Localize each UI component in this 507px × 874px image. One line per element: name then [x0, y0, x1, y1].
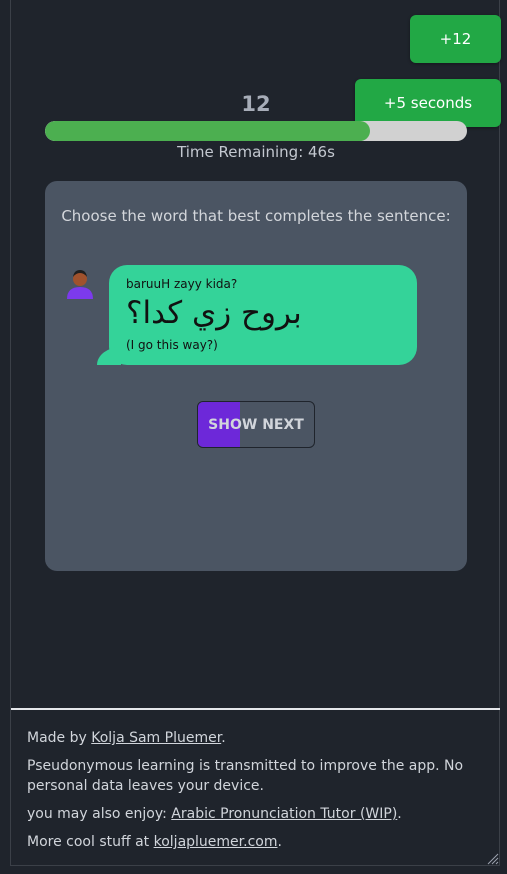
credit-period: .: [221, 730, 226, 746]
more-prefix: More cool stuff at: [27, 834, 154, 850]
resize-handle-icon[interactable]: [487, 853, 499, 865]
message-bubble: baruuH zayy kida? بروح زي كدا؟ (I go thi…: [97, 265, 417, 365]
show-next-button[interactable]: SHOW NEXT: [197, 401, 315, 448]
footer-credit: Made by Kolja Sam Pluemer.: [27, 728, 484, 748]
message-translation: (I go this way?): [126, 338, 218, 352]
website-link[interactable]: koljapluemer.com: [154, 834, 278, 850]
author-link[interactable]: Kolja Sam Pluemer: [91, 730, 221, 746]
footer-more: More cool stuff at koljapluemer.com.: [27, 832, 484, 852]
quiz-prompt: Choose the word that best completes the …: [61, 207, 451, 225]
time-progress-bar: [45, 121, 467, 141]
enjoy-period: .: [397, 806, 402, 822]
speaker-avatar-icon: [67, 270, 93, 299]
quiz-card: Choose the word that best completes the …: [45, 181, 467, 571]
message-arabic: بروح زي كدا؟: [126, 295, 302, 331]
enjoy-prefix: you may also enjoy:: [27, 806, 172, 822]
score-counter: 12: [241, 92, 271, 116]
footer-enjoy: you may also enjoy: Arabic Pronunciation…: [27, 804, 484, 824]
pronunciation-tutor-link[interactable]: Arabic Pronunciation Tutor (WIP): [171, 806, 397, 822]
credit-prefix: Made by: [27, 730, 92, 746]
privacy-notice: Pseudonymous learning is transmitted to …: [27, 758, 464, 794]
time-remaining: Time Remaining: 46s: [177, 143, 335, 161]
show-next-label: SHOW NEXT: [208, 416, 304, 433]
message-transliteration: baruuH zayy kida?: [126, 277, 238, 291]
footer: Made by Kolja Sam Pluemer. Pseudonymous …: [11, 708, 500, 866]
points-toast: +12: [410, 15, 501, 63]
points-toast-text: +12: [439, 30, 472, 48]
bubble-tail: [97, 347, 121, 365]
more-period: .: [277, 834, 282, 850]
time-progress-fill: [45, 121, 370, 141]
